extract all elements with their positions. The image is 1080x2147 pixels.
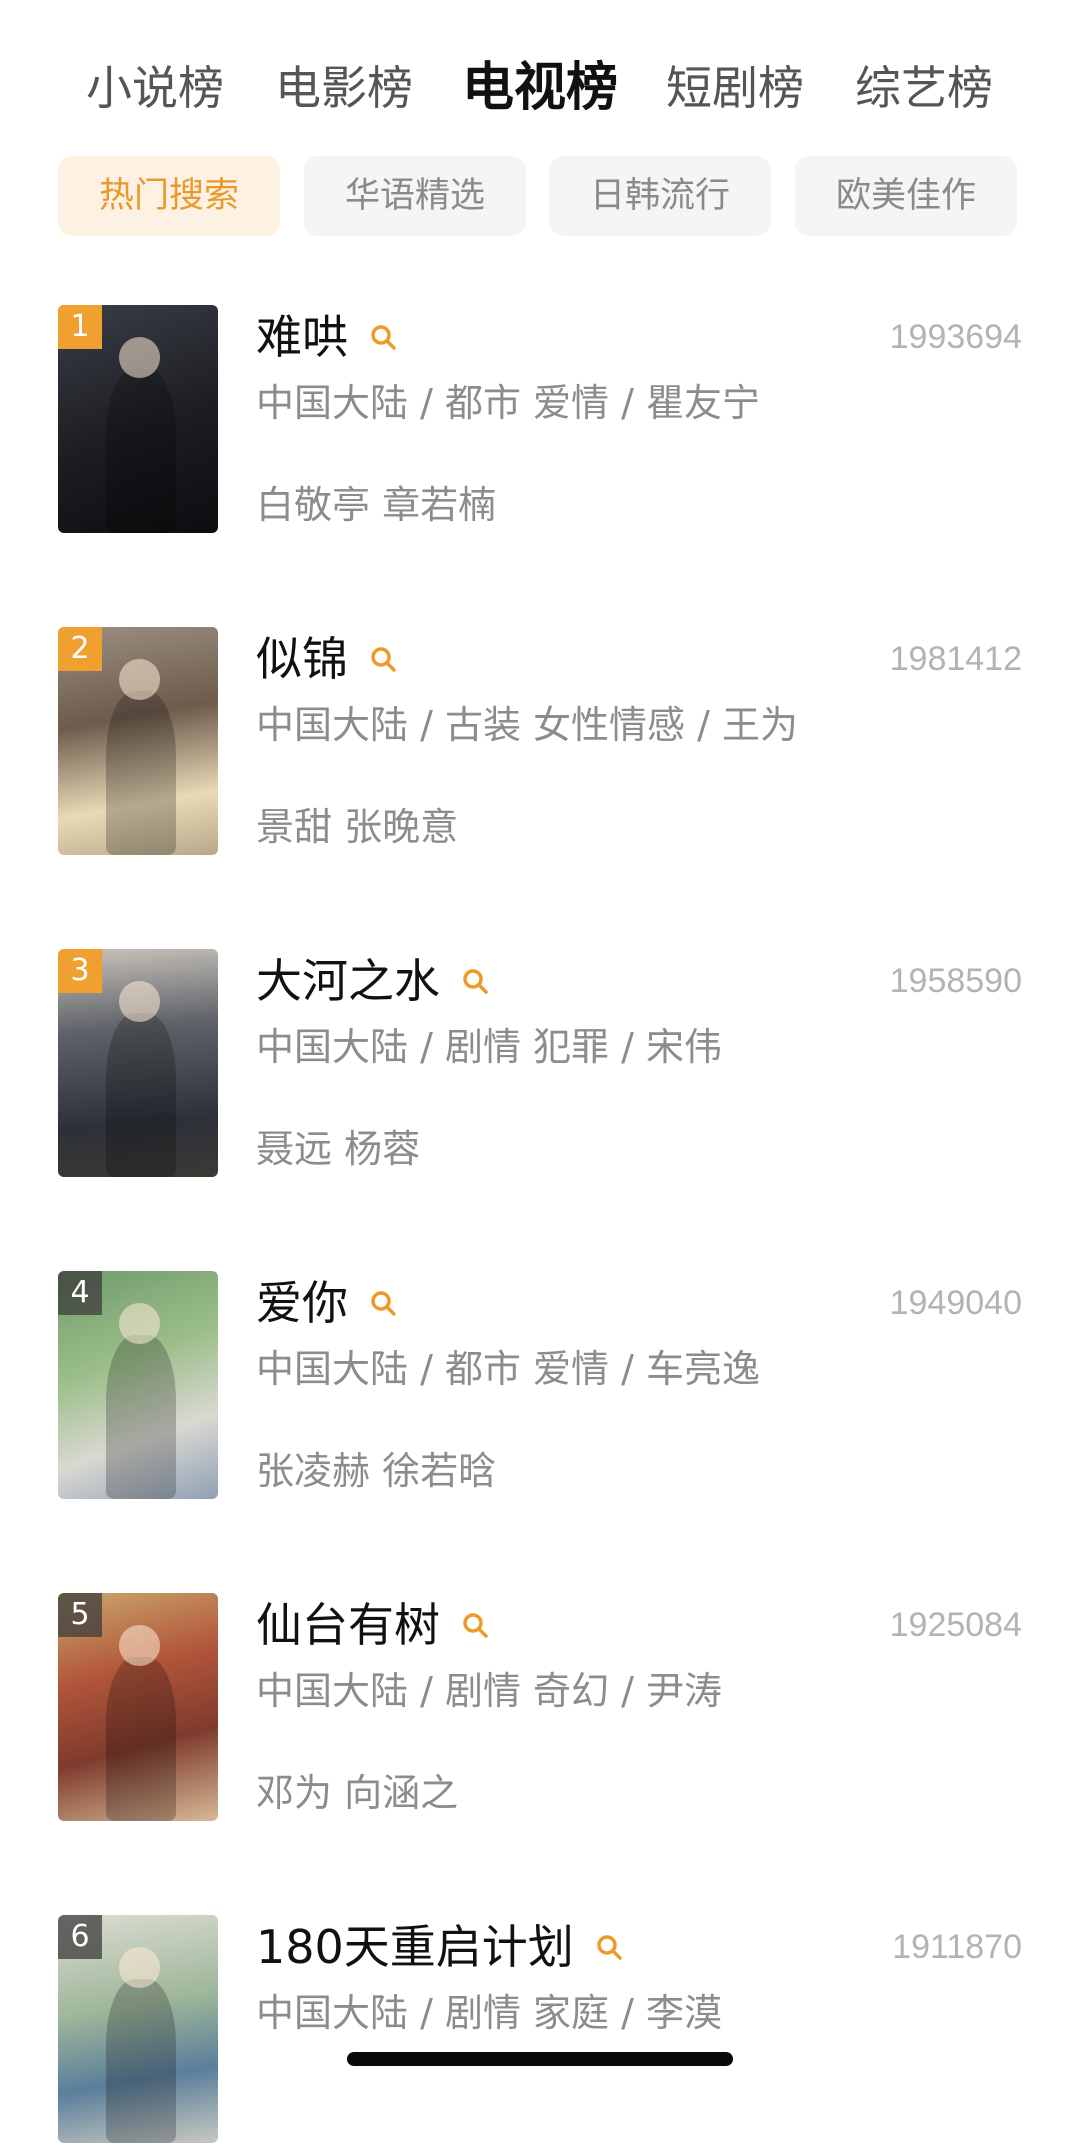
item-meta: 中国大陆 / 剧情 奇幻 / 尹涛 <box>256 1669 723 1713</box>
item-title[interactable]: 难哄 <box>256 305 348 369</box>
item-title[interactable]: 180天重启计划 <box>256 1915 574 1979</box>
rank-badge: 2 <box>58 627 102 671</box>
item-meta: 中国大陆 / 都市 爱情 / 车亮逸 <box>256 1347 761 1391</box>
title-row: 大河之水 <box>256 949 488 1013</box>
item-title[interactable]: 爱你 <box>256 1271 348 1335</box>
item-title[interactable]: 似锦 <box>256 627 348 691</box>
poster-image[interactable]: 1 <box>58 305 218 533</box>
rank-badge: 5 <box>58 1593 102 1637</box>
list-item[interactable]: 2 似锦 1981412 中国大陆 / 古装 女性情感 / 王为 景甜 张晚意 <box>0 627 1080 859</box>
item-cast: 张凌赫 徐若晗 <box>256 1449 497 1493</box>
list-item[interactable]: 5 仙台有树 1925084 中国大陆 / 剧情 奇幻 / 尹涛 邓为 向涵之 <box>0 1593 1080 1825</box>
poster-head <box>118 658 161 700</box>
search-icon[interactable] <box>462 968 488 994</box>
poster-figure <box>106 1978 177 2143</box>
list-item[interactable]: 4 爱你 1949040 中国大陆 / 都市 爱情 / 车亮逸 张凌赫 徐若晗 <box>0 1271 1080 1503</box>
heat-score: 1911870 <box>892 1928 1022 1966</box>
poster-image[interactable]: 5 <box>58 1593 218 1821</box>
heat-score: 1981412 <box>889 640 1022 678</box>
search-icon[interactable] <box>596 1934 622 1960</box>
poster-image[interactable]: 4 <box>58 1271 218 1499</box>
poster-figure <box>106 1656 177 1821</box>
item-meta: 中国大陆 / 都市 爱情 / 瞿友宁 <box>256 381 761 425</box>
title-row: 爱你 <box>256 1271 396 1335</box>
heat-score: 1949040 <box>889 1284 1022 1322</box>
poster-head <box>118 980 161 1022</box>
title-row: 仙台有树 <box>256 1593 488 1657</box>
poster-image[interactable]: 3 <box>58 949 218 1177</box>
chip-hot-search[interactable]: 热门搜索 <box>58 156 280 236</box>
item-meta: 中国大陆 / 剧情 犯罪 / 宋伟 <box>256 1025 723 1069</box>
heat-score: 1958590 <box>889 962 1022 1000</box>
rank-badge: 1 <box>58 305 102 349</box>
poster-figure <box>106 690 177 855</box>
tab-variety[interactable]: 综艺榜 <box>855 48 993 128</box>
title-row: 似锦 <box>256 627 396 691</box>
heat-score: 1925084 <box>889 1606 1022 1644</box>
item-cast: 邓为 向涵之 <box>256 1771 459 1815</box>
tab-tv[interactable]: 电视榜 <box>462 48 618 128</box>
poster-figure <box>106 1334 177 1499</box>
item-meta: 中国大陆 / 古装 女性情感 / 王为 <box>256 703 799 747</box>
chip-chinese-selection[interactable]: 华语精选 <box>304 156 526 236</box>
ranking-category-tabs: 小说榜 电影榜 电视榜 短剧榜 综艺榜 <box>0 48 1080 128</box>
rank-badge: 4 <box>58 1271 102 1315</box>
poster-image[interactable]: 2 <box>58 627 218 855</box>
search-icon[interactable] <box>370 1290 396 1316</box>
search-icon[interactable] <box>462 1612 488 1638</box>
heat-score: 1993694 <box>889 318 1022 356</box>
chip-japan-korea[interactable]: 日韩流行 <box>549 156 771 236</box>
home-indicator[interactable] <box>347 2052 733 2066</box>
rank-badge: 3 <box>58 949 102 993</box>
title-row: 180天重启计划 <box>256 1915 622 1979</box>
tab-movie[interactable]: 电影榜 <box>275 48 413 128</box>
poster-head <box>118 336 161 378</box>
poster-figure <box>106 1012 177 1177</box>
search-icon[interactable] <box>370 646 396 672</box>
search-icon[interactable] <box>370 324 396 350</box>
list-item[interactable]: 3 大河之水 1958590 中国大陆 / 剧情 犯罪 / 宋伟 聂远 杨蓉 <box>0 949 1080 1181</box>
item-meta: 中国大陆 / 剧情 家庭 / 李漠 <box>256 1991 723 2035</box>
filter-chips: 热门搜索 华语精选 日韩流行 欧美佳作 <box>58 156 1022 236</box>
poster-head <box>118 1946 161 1988</box>
poster-figure <box>106 368 177 533</box>
title-row: 难哄 <box>256 305 396 369</box>
item-title[interactable]: 仙台有树 <box>256 1593 440 1657</box>
tab-novel[interactable]: 小说榜 <box>86 48 224 128</box>
poster-head <box>118 1302 161 1344</box>
list-item[interactable]: 1 难哄 1993694 中国大陆 / 都市 爱情 / 瞿友宁 白敬亭 章若楠 <box>0 305 1080 537</box>
poster-head <box>118 1624 161 1666</box>
chip-western[interactable]: 欧美佳作 <box>795 156 1017 236</box>
item-cast: 白敬亭 章若楠 <box>256 483 497 527</box>
poster-image[interactable]: 6 <box>58 1915 218 2143</box>
tab-short-drama[interactable]: 短剧榜 <box>666 48 804 128</box>
item-title[interactable]: 大河之水 <box>256 949 440 1013</box>
rank-badge: 6 <box>58 1915 102 1959</box>
item-cast: 聂远 杨蓉 <box>256 1127 421 1171</box>
list-item[interactable]: 6 180天重启计划 1911870 中国大陆 / 剧情 家庭 / 李漠 <box>0 1915 1080 2147</box>
item-cast: 景甜 张晚意 <box>256 805 459 849</box>
